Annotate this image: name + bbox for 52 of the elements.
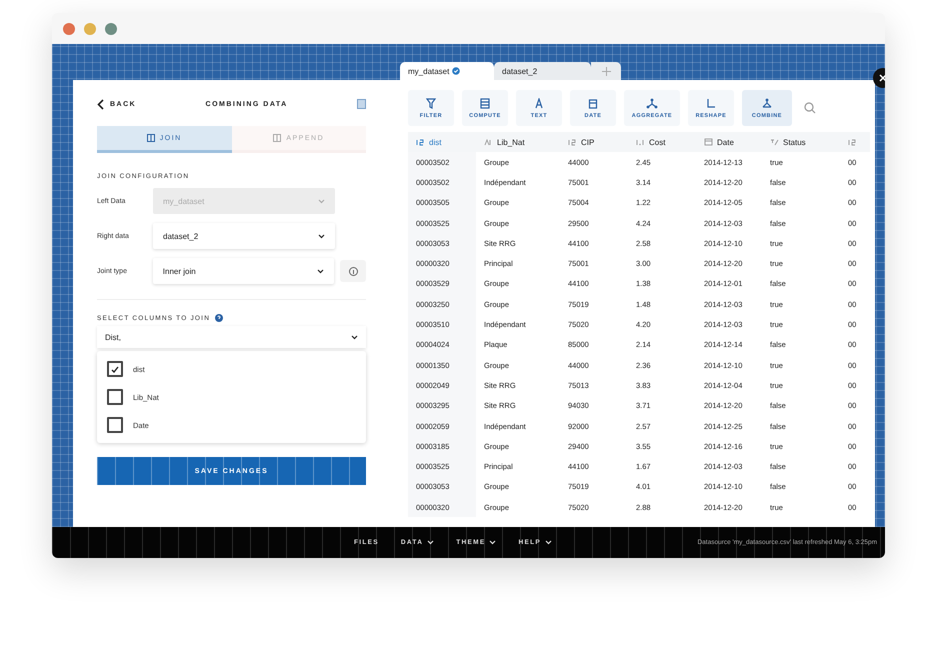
search-icon[interactable] [804, 102, 816, 114]
number-type-icon [416, 138, 425, 146]
calendar-icon [704, 138, 713, 146]
close-icon [879, 74, 885, 82]
grid-icon [480, 98, 490, 108]
window-control-dot[interactable] [84, 22, 96, 34]
caret-icon [489, 540, 496, 545]
toggle-type-icon [770, 138, 779, 146]
columns-select[interactable]: Dist, [97, 326, 366, 348]
chevron-left-icon [97, 98, 104, 110]
dataset-tab[interactable]: my_dataset [400, 62, 494, 80]
caret-icon [318, 234, 325, 238]
checkbox[interactable] [107, 361, 123, 377]
caret-icon [318, 198, 325, 204]
columns-icon [273, 134, 282, 142]
column-header[interactable]: Lib_Nat [476, 132, 560, 152]
checkbox[interactable] [107, 417, 123, 433]
network-icon [761, 98, 773, 108]
number-type-icon [568, 138, 577, 146]
columns-icon [146, 134, 155, 142]
number-type-icon [848, 138, 857, 146]
info-icon [348, 266, 358, 276]
checkbox[interactable] [107, 389, 123, 405]
calendar-icon [588, 98, 598, 108]
add-tab-button[interactable] [591, 62, 621, 80]
caret-icon [427, 540, 434, 545]
nodes-icon [646, 98, 658, 108]
window-control-dot[interactable] [105, 22, 117, 34]
corner-icon [706, 98, 716, 108]
caret-icon [351, 334, 358, 340]
column-header[interactable]: Status [762, 132, 840, 152]
info-button[interactable] [340, 260, 366, 282]
caret-icon [317, 268, 324, 274]
check-icon [111, 366, 119, 372]
letter-icon [534, 98, 544, 108]
column-header[interactable]: Cost [628, 132, 696, 152]
save-icon[interactable] [357, 99, 366, 109]
funnel-icon [426, 98, 436, 108]
decimal-type-icon [636, 138, 645, 146]
column-header[interactable]: Date [696, 132, 762, 152]
column-header[interactable]: dist [408, 132, 476, 152]
column-header[interactable]: CIP [560, 132, 628, 152]
dataset-tab[interactable]: dataset_2 [494, 62, 591, 80]
caret-icon [545, 540, 552, 545]
select-field[interactable]: dataset_2 [153, 223, 335, 249]
help-icon[interactable] [215, 314, 224, 322]
verified-icon [452, 67, 460, 75]
text-type-icon [484, 138, 493, 146]
select-field[interactable]: Inner join [152, 258, 334, 284]
plus-icon [602, 66, 610, 76]
column-header[interactable] [840, 132, 870, 152]
window-control-dot[interactable] [63, 22, 75, 34]
